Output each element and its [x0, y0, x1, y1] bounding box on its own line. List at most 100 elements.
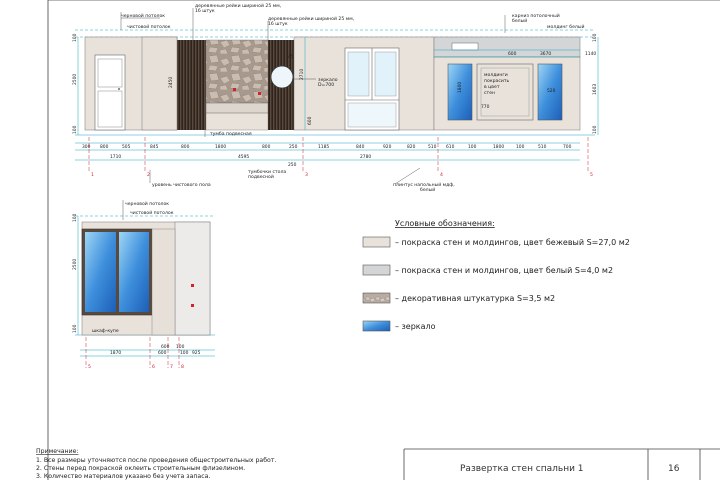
dimension-label: 2500	[72, 74, 78, 85]
callout-plinth: плинтус напольный мдф,	[393, 181, 455, 188]
dimension-label: 100	[72, 33, 78, 42]
socket-marker	[233, 88, 236, 91]
legend: Условные обозначения: – покраска стен и …	[362, 219, 630, 332]
dimension-label: 800	[181, 144, 190, 150]
dimension-label: 520	[547, 88, 556, 94]
dimension-label: 1870	[110, 350, 121, 356]
callout-moldings-b: покрасить	[484, 79, 510, 84]
legend-item-white: – покраска стен и молдингов, цвет белый …	[395, 266, 613, 275]
dimension-label: 820	[407, 144, 416, 150]
dimension-label: 610	[446, 144, 455, 150]
dimension-label: 920	[383, 144, 392, 150]
callout-tv-stand: тумба подвесная	[210, 131, 252, 137]
axis-number: 6	[152, 364, 155, 370]
axis-number: 1	[91, 172, 94, 178]
round-mirror	[270, 65, 294, 89]
dimension-label: 2450	[168, 77, 174, 88]
callout-mirror-size: D=700	[318, 82, 334, 88]
hanging-tv-stand	[205, 102, 269, 114]
axis-number: 7	[170, 364, 173, 370]
dimension-label: 1603	[592, 84, 598, 95]
air-conditioner	[451, 42, 479, 51]
dimension-label: 250	[289, 144, 298, 150]
notes-line-3: 3. Количество материалов указано без уче…	[36, 472, 210, 480]
socket-marker	[191, 284, 194, 287]
dimension-label: 1710	[110, 154, 121, 160]
dimension-label: 800	[100, 144, 109, 150]
dimension-label: 45	[288, 54, 294, 60]
notes-line-2: 2. Стены перед покраской оклеить строите…	[36, 464, 245, 472]
callout-moldings-c: в цвет	[484, 85, 500, 90]
elevation-b	[75, 215, 215, 336]
callout-finish-ceiling: чистовой потолок	[127, 23, 171, 30]
balcony-window	[344, 47, 400, 131]
axis-number: 5	[590, 172, 593, 178]
legend-swatch-mirror	[362, 320, 391, 332]
callout-moldings-white: молдинг белый	[547, 23, 584, 30]
callout-wardrobe: шкаф-купе	[92, 328, 119, 334]
dimension-label: 600	[158, 350, 167, 356]
notes-line-1: 1. Все размеры уточняются после проведен…	[36, 456, 276, 464]
dimension-label: 840	[356, 144, 365, 150]
dimension-label: 770	[481, 104, 490, 110]
title-block: Развертка стен спальни 1 16	[403, 448, 720, 480]
axis-number: 8	[181, 364, 184, 370]
dimension-label: 600	[161, 344, 170, 350]
dimension-label: 100	[468, 144, 477, 150]
dimension-label: 700	[563, 144, 572, 150]
dimension-label: 505	[122, 144, 131, 150]
elevation-b-axes: 5 6 7 8	[85, 337, 184, 370]
dimension-label: 800	[262, 144, 271, 150]
dimension-label: 1800	[493, 144, 504, 150]
sheet-number: 16	[668, 464, 680, 474]
sheet-title: Развертка стен спальни 1	[460, 464, 584, 474]
callout-nightstand-b: подвесной	[248, 173, 274, 180]
axis-number: 2	[147, 172, 150, 178]
callout-rough-ceiling-b: черновой потолок	[125, 200, 169, 207]
legend-title: Условные обозначения:	[395, 219, 495, 228]
dimension-label: 2710	[299, 69, 305, 80]
dimension-label: 1140	[585, 51, 596, 57]
dimension-label: 100	[72, 125, 78, 134]
dimension-label: 100	[592, 125, 598, 134]
dimension-label: 3670	[540, 51, 551, 57]
dimension-label: 100	[72, 324, 78, 333]
dimension-label: 1800	[457, 82, 463, 93]
callout-slats-2b: 16 штук	[268, 21, 288, 27]
callout-moldings: молдинги	[484, 73, 508, 78]
wall-segment-white	[174, 221, 211, 336]
axis-number: 4	[440, 172, 443, 178]
legend-swatch-beige	[362, 236, 391, 248]
callout-plinth-b: белый	[420, 186, 435, 193]
dimension-label: 300	[82, 144, 91, 150]
dimension-label: 100	[72, 213, 78, 222]
dimension-label: 100	[516, 144, 525, 150]
legend-swatch-white	[362, 264, 391, 276]
axis-number: 3	[305, 172, 308, 178]
dimension-label: 510	[538, 144, 547, 150]
dimension-label: 1185	[318, 144, 329, 150]
callout-finish-ceiling-b: чистовой потолок	[130, 209, 174, 216]
socket-marker	[258, 92, 261, 95]
dimension-label: 100	[176, 344, 185, 350]
dimension-label: 4595	[238, 154, 249, 160]
callout-cornice-b: белый	[512, 17, 527, 24]
wardrobe-mirror-left	[85, 232, 116, 312]
callout-moldings-d: стен	[484, 91, 495, 96]
callout-cornice: карниз потолочный	[512, 12, 560, 19]
drawing-sheet: черновой потолок чистовой потолок деревя…	[36, 0, 720, 480]
callout-slats-1: деревянные рейки шириной 25 мм,	[195, 2, 282, 9]
axis-number: 5	[88, 364, 91, 370]
legend-swatch-plaster	[362, 292, 391, 304]
wood-slats-left	[177, 40, 206, 130]
callout-slats-2: деревянные рейки шириной 25 мм,	[268, 15, 355, 22]
dimension-label: 845	[150, 144, 159, 150]
wardrobe-mirror-right	[119, 232, 149, 312]
notes-heading: Примечание:	[36, 448, 78, 455]
notes: Примечание: 1. Все размеры уточняются по…	[36, 448, 276, 480]
dimension-label: 1800	[215, 144, 226, 150]
door	[94, 54, 126, 131]
dimension-label: 100	[180, 350, 189, 356]
dimension-label: 600	[307, 116, 313, 125]
legend-item-mirror: – зеркало	[395, 322, 436, 331]
